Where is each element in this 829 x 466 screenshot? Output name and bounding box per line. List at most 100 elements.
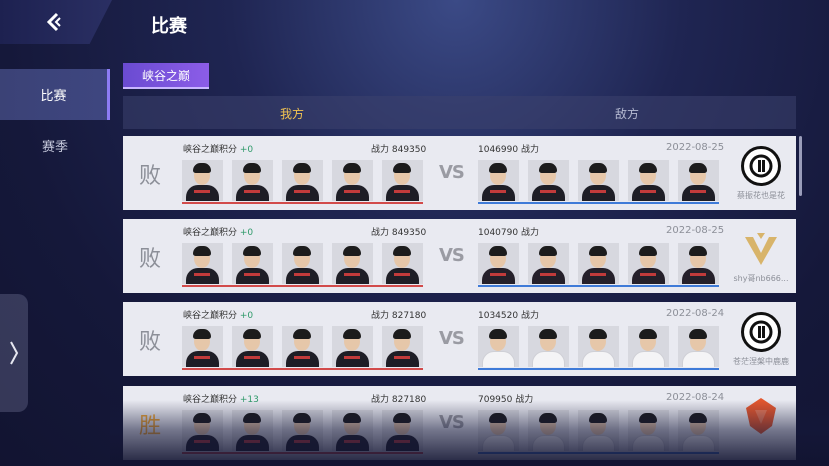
player-avatar[interactable] — [282, 410, 323, 451]
player-avatar[interactable] — [478, 160, 519, 201]
jersey-stripe — [244, 190, 260, 193]
player-jersey — [532, 435, 565, 451]
opponent[interactable] — [728, 396, 794, 440]
player-hair — [689, 413, 707, 423]
player-jersey — [482, 185, 515, 201]
player-jersey — [532, 268, 565, 284]
player-avatar[interactable] — [578, 243, 619, 284]
jersey-stripe — [394, 273, 410, 276]
player-avatar[interactable] — [382, 410, 423, 451]
match-card[interactable]: 败 峡谷之巅积分 +0 战力 827180 1034520 战力 2022-08… — [123, 302, 796, 376]
rank-score-delta: +13 — [239, 395, 259, 405]
opponent[interactable]: 蔡振花也是花 — [728, 146, 794, 201]
player-avatar[interactable] — [478, 410, 519, 451]
match-card[interactable]: 胜 峡谷之巅积分 +13 战力 827180 709950 战力 2022-08… — [123, 386, 796, 460]
chevron-right-icon — [10, 341, 19, 365]
player-avatar[interactable] — [628, 243, 669, 284]
player-avatar[interactable] — [628, 326, 669, 367]
player-hair — [689, 329, 707, 339]
jersey-stripe — [294, 190, 310, 193]
jersey-stripe — [394, 440, 410, 443]
side-expand-tab[interactable] — [0, 294, 28, 412]
player-avatar[interactable] — [232, 410, 273, 451]
match-list[interactable]: 败 峡谷之巅积分 +0 战力 849350 1046990 战力 2022-08… — [123, 136, 796, 466]
rank-score-label: 峡谷之巅积分 — [183, 145, 238, 155]
player-hair — [393, 246, 411, 256]
mine-team-bar — [182, 368, 423, 370]
player-avatar[interactable] — [628, 160, 669, 201]
match-date: 2022-08-24 — [666, 308, 725, 319]
player-avatar[interactable] — [332, 410, 373, 451]
rank-score: 峡谷之巅积分 +0 — [183, 225, 253, 238]
player-hair — [539, 163, 557, 173]
player-jersey — [236, 268, 269, 284]
player-avatar[interactable] — [282, 326, 323, 367]
power-enemy: 1034520 战力 — [478, 311, 539, 321]
rank-score-label: 峡谷之巅积分 — [183, 311, 238, 321]
match-card[interactable]: 败 峡谷之巅积分 +0 战力 849350 1040790 战力 2022-08… — [123, 219, 796, 293]
mode-tag[interactable]: 峡谷之巅 — [123, 63, 209, 89]
back-arrow-icon — [46, 12, 61, 32]
player-avatar[interactable] — [382, 243, 423, 284]
player-hair — [293, 413, 311, 423]
player-avatar[interactable] — [528, 326, 569, 367]
player-jersey — [336, 268, 369, 284]
nav-item-season[interactable]: 赛季 — [0, 120, 110, 171]
player-avatar[interactable] — [578, 410, 619, 451]
player-hair — [639, 246, 657, 256]
player-hair — [393, 329, 411, 339]
player-avatar[interactable] — [182, 410, 223, 451]
player-hair — [243, 413, 261, 423]
back-button[interactable] — [0, 0, 112, 44]
player-avatar[interactable] — [282, 243, 323, 284]
player-jersey — [386, 351, 419, 367]
jersey-stripe — [294, 273, 310, 276]
player-avatar[interactable] — [478, 326, 519, 367]
player-avatar[interactable] — [678, 410, 719, 451]
player-jersey — [582, 185, 615, 201]
player-hair — [639, 163, 657, 173]
jersey-stripe — [490, 190, 506, 193]
player-avatar[interactable] — [678, 160, 719, 201]
player-avatar[interactable] — [382, 160, 423, 201]
player-avatar[interactable] — [282, 160, 323, 201]
player-avatar[interactable] — [478, 243, 519, 284]
player-avatar[interactable] — [182, 160, 223, 201]
vs-label: VS — [439, 328, 465, 349]
player-jersey — [582, 351, 615, 367]
player-avatar[interactable] — [382, 326, 423, 367]
player-avatar[interactable] — [232, 160, 273, 201]
player-avatar[interactable] — [232, 326, 273, 367]
scrollbar[interactable] — [799, 136, 802, 196]
rank-score-label: 峡谷之巅积分 — [183, 395, 238, 405]
opponent[interactable]: 苍茫涅槃中鹿鹿 — [728, 312, 794, 367]
player-hair — [489, 246, 507, 256]
player-hair — [689, 246, 707, 256]
player-avatar[interactable] — [678, 326, 719, 367]
player-avatar[interactable] — [182, 326, 223, 367]
player-hair — [589, 329, 607, 339]
player-avatar[interactable] — [628, 410, 669, 451]
player-avatar[interactable] — [332, 326, 373, 367]
opponent[interactable]: shy哥nb666... — [728, 229, 794, 284]
player-avatar[interactable] — [528, 160, 569, 201]
player-avatar[interactable] — [332, 160, 373, 201]
page-title: 比赛 — [151, 16, 187, 37]
player-jersey — [186, 268, 219, 284]
player-avatar[interactable] — [182, 243, 223, 284]
player-hair — [193, 163, 211, 173]
player-avatar[interactable] — [332, 243, 373, 284]
nav-item-matches[interactable]: 比赛 — [0, 69, 110, 120]
enemy-team-bar — [478, 285, 719, 287]
player-avatar[interactable] — [528, 410, 569, 451]
mine-team — [182, 160, 423, 201]
player-jersey — [286, 435, 319, 451]
match-card[interactable]: 败 峡谷之巅积分 +0 战力 849350 1046990 战力 2022-08… — [123, 136, 796, 210]
mine-team — [182, 410, 423, 451]
player-avatar[interactable] — [678, 243, 719, 284]
player-avatar[interactable] — [528, 243, 569, 284]
rank-score: 峡谷之巅积分 +0 — [183, 142, 253, 155]
player-avatar[interactable] — [232, 243, 273, 284]
player-avatar[interactable] — [578, 326, 619, 367]
player-avatar[interactable] — [578, 160, 619, 201]
